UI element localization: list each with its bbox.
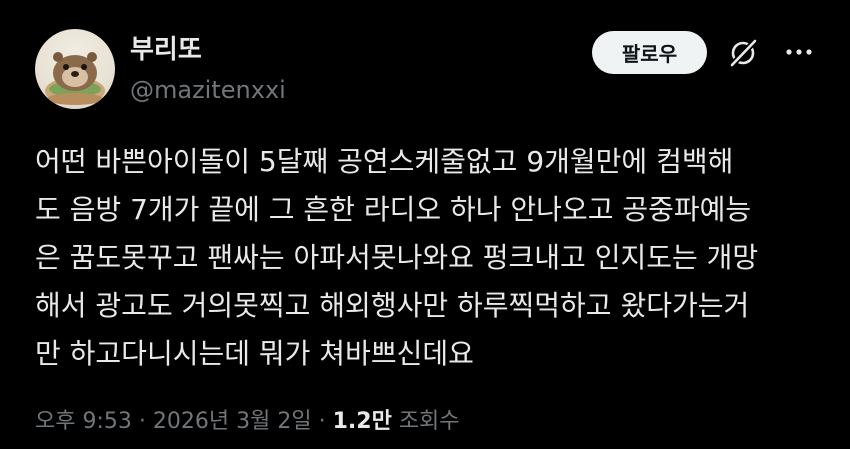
- tweet-meta: 오후 9:53 · 2026년 3월 2일 · 1.2만 조회수: [35, 405, 460, 439]
- follow-button[interactable]: 팔로우: [592, 31, 707, 74]
- tweet-time[interactable]: 오후 9:53: [35, 409, 132, 434]
- views-count: 1.2만: [332, 409, 392, 434]
- meta-separator: ·: [138, 409, 146, 434]
- avatar[interactable]: [35, 29, 115, 109]
- meta-separator: ·: [318, 409, 326, 434]
- views-label: 조회수: [398, 409, 460, 434]
- tweet-text: 어떤 바쁜아이돌이 5달째 공연스케줄없고 9개월만에 컴백해 도 음방 7개가…: [35, 145, 759, 370]
- author-handle[interactable]: @mazitenxxi: [130, 74, 286, 106]
- more-horizontal-icon[interactable]: [783, 40, 815, 64]
- avatar-image: [45, 52, 105, 105]
- tweet-date[interactable]: 2026년 3월 2일: [153, 409, 312, 434]
- author-display-name[interactable]: 부리또: [130, 33, 202, 67]
- tweet-card: 부리또 @mazitenxxi 팔로우 어떤 바쁜아이돌이 5달째 공연스케줄없…: [0, 0, 850, 449]
- grok-slash-icon[interactable]: [727, 37, 759, 69]
